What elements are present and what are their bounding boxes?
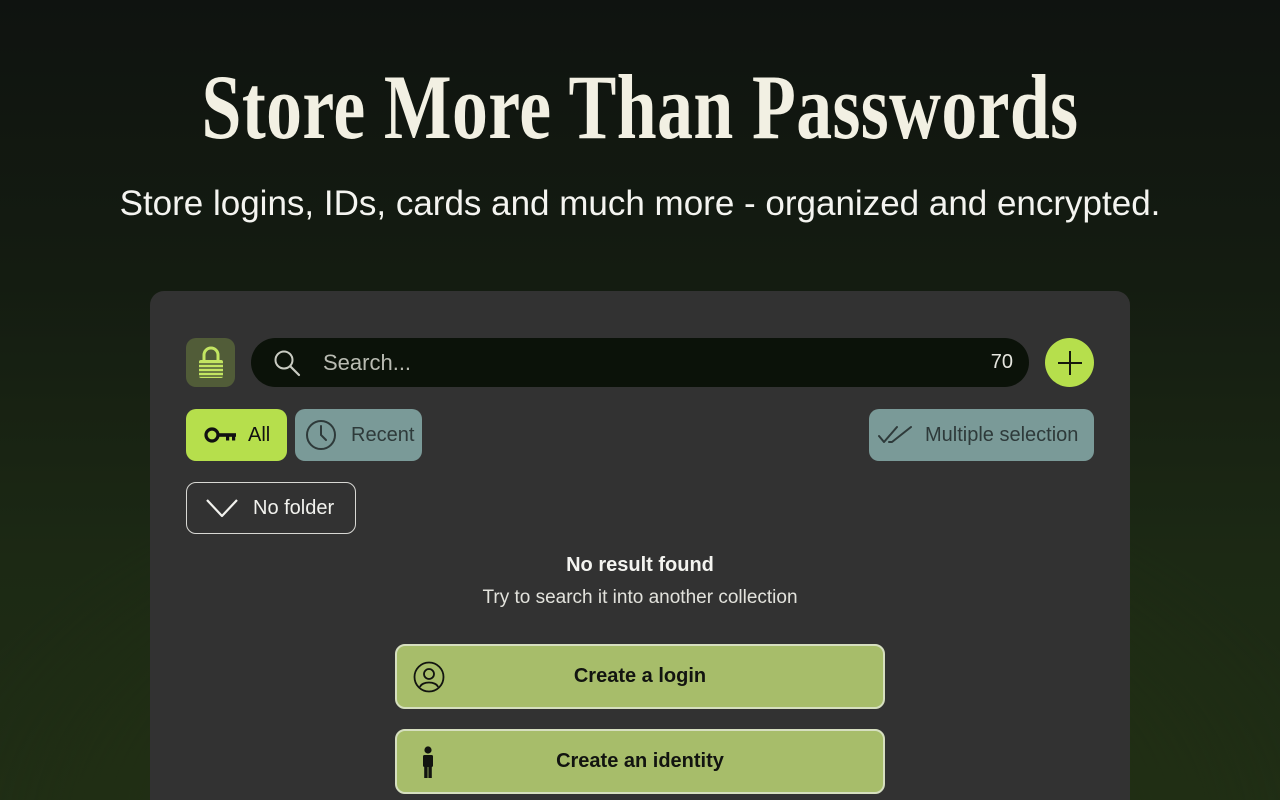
hero-title: Store More Than Passwords bbox=[201, 56, 1079, 158]
item-count: 70 bbox=[990, 351, 1013, 373]
empty-state-title: No result found bbox=[566, 554, 714, 576]
create-login-button[interactable]: Create a login bbox=[395, 644, 885, 709]
chevron-down-icon bbox=[205, 497, 239, 519]
folder-dropdown[interactable]: No folder bbox=[186, 482, 356, 534]
filter-recent-label: Recent bbox=[351, 423, 415, 446]
lock-icon bbox=[198, 346, 223, 378]
multiple-selection-button[interactable]: Multiple selection bbox=[869, 409, 1094, 461]
multiple-selection-label: Multiple selection bbox=[925, 423, 1079, 446]
hero-subtitle: Store logins, IDs, cards and much more -… bbox=[119, 184, 1161, 223]
create-identity-label: Create an identity bbox=[556, 750, 724, 772]
key-icon bbox=[204, 426, 238, 444]
app-panel: Search... 70 All Recent Multiple selecti… bbox=[150, 291, 1130, 800]
filter-recent-button[interactable]: Recent bbox=[295, 409, 422, 461]
user-circle-icon bbox=[413, 661, 445, 699]
person-icon bbox=[413, 746, 445, 786]
empty-state-subtitle: Try to search it into another collection bbox=[482, 587, 798, 608]
search-icon bbox=[273, 349, 301, 382]
create-identity-button[interactable]: Create an identity bbox=[395, 729, 885, 794]
filter-all-button[interactable]: All bbox=[186, 409, 287, 461]
plus-icon bbox=[1057, 350, 1082, 375]
app-logo[interactable] bbox=[186, 338, 235, 387]
add-item-button[interactable] bbox=[1045, 338, 1094, 387]
search-input[interactable]: Search... bbox=[323, 338, 411, 387]
clock-icon bbox=[305, 419, 337, 451]
search-bar[interactable]: Search... 70 bbox=[251, 338, 1029, 387]
folder-label: No folder bbox=[253, 496, 335, 519]
create-login-label: Create a login bbox=[573, 665, 707, 687]
filter-all-label: All bbox=[248, 423, 271, 446]
double-check-icon bbox=[877, 424, 913, 446]
